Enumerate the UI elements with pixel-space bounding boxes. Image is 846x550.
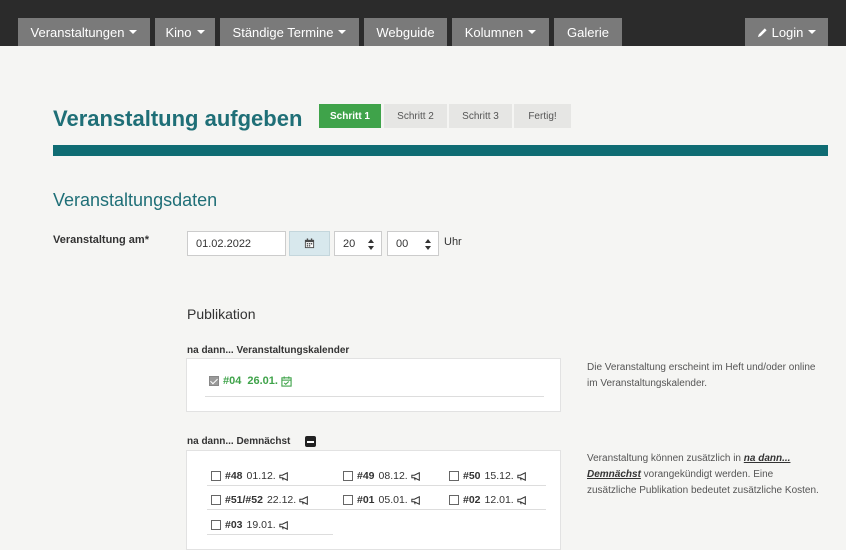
demnaechst-item[interactable]: #50 15.12. — [449, 470, 527, 482]
date-input[interactable] — [187, 231, 286, 256]
nav-label: Ständige Termine — [232, 24, 334, 40]
kalender-checkbox[interactable] — [209, 376, 219, 386]
nav-veranstaltungen[interactable]: Veranstaltungen — [18, 18, 150, 46]
login-button[interactable]: Login — [745, 18, 828, 46]
nav-label: Kino — [165, 24, 192, 40]
issue-number: #04 — [223, 375, 242, 387]
caret-down-icon — [196, 30, 205, 34]
kalender-item[interactable]: #04 26.01. — [209, 375, 292, 387]
nav-kino[interactable]: Kino — [155, 18, 215, 46]
demnaechst-item[interactable]: #48 01.12. — [211, 470, 289, 482]
kalender-help-text: Die Veranstaltung erscheint im Heft und/… — [587, 362, 816, 389]
select-arrows-icon — [425, 239, 431, 250]
page-title: Veranstaltung aufgeben — [53, 106, 303, 131]
demnaechst-item[interactable]: #02 12.01. — [449, 494, 527, 506]
demnaechst-checkbox[interactable] — [211, 471, 221, 481]
caret-down-icon — [338, 30, 347, 34]
calendar-button[interactable] — [289, 231, 330, 256]
issue-number: #50 — [463, 470, 481, 482]
nav-galerie[interactable]: Galerie — [554, 18, 622, 46]
hour-select[interactable]: 20 — [334, 231, 382, 256]
nav-label: Veranstaltungen — [30, 24, 125, 40]
issue-date: 05.01. — [378, 494, 408, 506]
login-label: Login — [771, 24, 804, 40]
issue-date: 26.01. — [247, 375, 278, 387]
megaphone-icon — [279, 520, 288, 530]
issue-date: 19.01. — [246, 519, 276, 531]
issue-date: 15.12. — [484, 470, 514, 482]
issue-date: 01.12. — [246, 470, 276, 482]
demnaechst-checkbox[interactable] — [449, 471, 459, 481]
pencil-icon — [757, 27, 767, 37]
help-text-pre: Veranstaltung können zusätzlich in — [587, 453, 744, 464]
megaphone-icon — [517, 495, 526, 505]
demnaechst-checkbox[interactable] — [343, 471, 353, 481]
demnaechst-help-text: Veranstaltung können zusätzlich in na da… — [587, 451, 822, 499]
section-title: Veranstaltungsdaten — [53, 190, 218, 210]
step-fertig: Fertig! — [514, 104, 571, 128]
caret-down-icon — [129, 30, 138, 34]
kalender-box: #04 26.01. — [186, 358, 561, 412]
time-suffix: Uhr — [444, 236, 462, 248]
nav-staendige-termine[interactable]: Ständige Termine — [220, 18, 359, 46]
issue-date: 08.12. — [378, 470, 408, 482]
demnaechst-item[interactable]: #03 19.01. — [211, 519, 289, 531]
demnaechst-item[interactable]: #51/#52 22.12. — [211, 494, 309, 506]
demnaechst-item[interactable]: #01 05.01. — [343, 494, 421, 506]
step-3: Schritt 3 — [449, 104, 512, 128]
issue-number: #02 — [463, 494, 481, 506]
megaphone-icon — [411, 471, 420, 481]
demnaechst-checkbox[interactable] — [211, 520, 221, 530]
date-field-label: Veranstaltung am* — [53, 234, 149, 246]
megaphone-icon — [299, 495, 309, 505]
minute-select[interactable]: 00 — [387, 231, 439, 256]
minute-value: 00 — [396, 237, 409, 250]
nav-webguide[interactable]: Webguide — [364, 18, 447, 46]
demnaechst-title: na dann... Demnächst — [187, 436, 291, 447]
megaphone-icon — [411, 495, 420, 505]
megaphone-icon — [279, 471, 288, 481]
divider — [207, 485, 546, 486]
select-arrows-icon — [368, 239, 374, 250]
issue-date: 22.12. — [266, 494, 297, 506]
hour-value: 20 — [343, 237, 356, 250]
calendar-icon — [304, 238, 315, 249]
nav-label: Webguide — [376, 24, 435, 40]
divider — [207, 509, 546, 510]
caret-down-icon — [528, 30, 537, 34]
demnaechst-checkbox[interactable] — [343, 495, 353, 505]
collapse-minus-icon[interactable] — [305, 436, 316, 447]
divider — [205, 396, 544, 397]
issue-number: #01 — [357, 494, 375, 506]
nav-kolumnen[interactable]: Kolumnen — [452, 18, 549, 46]
step-1: Schritt 1 — [319, 104, 381, 128]
issue-number: #51/#52 — [225, 494, 263, 506]
demnaechst-checkbox[interactable] — [211, 495, 221, 505]
kalender-title: na dann... Veranstaltungskalender — [187, 345, 350, 356]
publication-title: Publikation — [187, 306, 256, 322]
demnaechst-checkbox[interactable] — [449, 495, 459, 505]
issue-date: 12.01. — [484, 494, 514, 506]
demnaechst-box: #48 01.12. #49 08.12. #50 15.12. #51/#52… — [186, 450, 561, 550]
title-divider-bar — [53, 145, 828, 156]
issue-number: #03 — [225, 519, 243, 531]
demnaechst-item[interactable]: #49 08.12. — [343, 470, 421, 482]
issue-number: #48 — [225, 470, 243, 482]
megaphone-icon — [517, 471, 526, 481]
divider — [207, 534, 333, 535]
nav-label: Galerie — [567, 24, 609, 40]
caret-down-icon — [808, 30, 817, 34]
issue-number: #49 — [357, 470, 375, 482]
step-2: Schritt 2 — [384, 104, 447, 128]
nav-label: Kolumnen — [464, 24, 524, 40]
calendar-check-icon — [281, 375, 292, 387]
